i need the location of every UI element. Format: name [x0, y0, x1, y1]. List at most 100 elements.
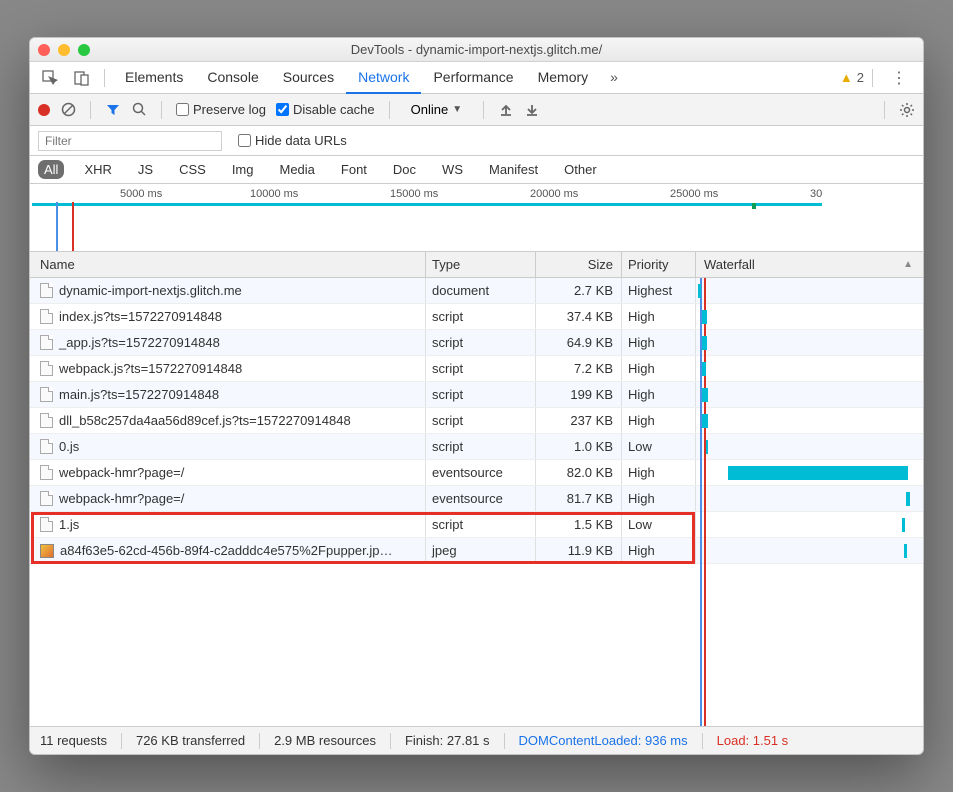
- request-name: a84f63e5-62cd-456b-89f4-c2adddc4e575%2Fp…: [60, 543, 392, 558]
- hide-data-urls-input[interactable]: [238, 134, 251, 147]
- request-priority: High: [622, 538, 696, 563]
- col-waterfall[interactable]: Waterfall ▲: [696, 252, 923, 277]
- hide-data-urls-checkbox[interactable]: Hide data URLs: [238, 133, 347, 148]
- request-type: script: [426, 434, 536, 459]
- request-size: 7.2 KB: [536, 356, 622, 381]
- type-ws[interactable]: WS: [436, 160, 469, 179]
- request-size: 82.0 KB: [536, 460, 622, 485]
- table-headers: Name Type Size Priority Waterfall ▲: [30, 252, 923, 278]
- disable-cache-input[interactable]: [276, 103, 289, 116]
- preserve-log-checkbox[interactable]: Preserve log: [176, 102, 266, 117]
- device-toolbar-icon[interactable]: [68, 64, 96, 92]
- request-priority: Low: [622, 512, 696, 537]
- filter-input[interactable]: [38, 131, 222, 151]
- disable-cache-checkbox[interactable]: Disable cache: [276, 102, 375, 117]
- type-all[interactable]: All: [38, 160, 64, 179]
- gear-icon[interactable]: [899, 102, 915, 118]
- waterfall-cell: [696, 356, 923, 381]
- status-domcontentloaded: DOMContentLoaded: 936 ms: [519, 733, 688, 748]
- request-priority: Highest: [622, 278, 696, 303]
- image-file-icon: [40, 544, 54, 558]
- separator: [872, 69, 873, 87]
- type-xhr[interactable]: XHR: [78, 160, 117, 179]
- settings-menu[interactable]: ⋮: [881, 68, 917, 88]
- request-type: script: [426, 330, 536, 355]
- col-name[interactable]: Name: [30, 252, 426, 277]
- status-transferred: 726 KB transferred: [136, 733, 245, 748]
- panel-tabs: Elements Console Sources Network Perform…: [113, 62, 628, 93]
- request-size: 2.7 KB: [536, 278, 622, 303]
- file-icon: [40, 335, 53, 350]
- search-icon[interactable]: [131, 102, 147, 118]
- request-type: script: [426, 512, 536, 537]
- chevron-down-icon: ▼: [452, 104, 462, 115]
- throttling-select[interactable]: Online ▼: [404, 99, 469, 120]
- record-button[interactable]: [38, 104, 50, 116]
- request-priority: High: [622, 356, 696, 381]
- tab-elements[interactable]: Elements: [113, 62, 195, 93]
- table-row[interactable]: webpack.js?ts=1572270914848script7.2 KBH…: [30, 356, 923, 382]
- table-row[interactable]: dll_b58c257da4aa56d89cef.js?ts=157227091…: [30, 408, 923, 434]
- type-doc[interactable]: Doc: [387, 160, 422, 179]
- type-js[interactable]: JS: [132, 160, 159, 179]
- warning-indicator[interactable]: ▲ 2: [840, 70, 864, 85]
- tab-sources[interactable]: Sources: [271, 62, 346, 93]
- separator: [90, 101, 91, 119]
- maximize-button[interactable]: [78, 44, 90, 56]
- request-priority: High: [622, 408, 696, 433]
- waterfall-cell: [696, 486, 923, 511]
- table-row[interactable]: 1.jsscript1.5 KBLow: [30, 512, 923, 538]
- tab-memory[interactable]: Memory: [526, 62, 601, 93]
- table-row[interactable]: webpack-hmr?page=/eventsource82.0 KBHigh: [30, 460, 923, 486]
- separator: [104, 69, 105, 87]
- timeline-overview[interactable]: 5000 ms 10000 ms 15000 ms 20000 ms 25000…: [30, 184, 923, 252]
- table-row[interactable]: index.js?ts=1572270914848script37.4 KBHi…: [30, 304, 923, 330]
- type-css[interactable]: CSS: [173, 160, 212, 179]
- filter-icon[interactable]: [105, 102, 121, 118]
- col-priority[interactable]: Priority: [622, 252, 696, 277]
- file-icon: [40, 491, 53, 506]
- separator: [884, 101, 885, 119]
- request-name: 0.js: [59, 439, 79, 454]
- type-font[interactable]: Font: [335, 160, 373, 179]
- request-type: script: [426, 356, 536, 381]
- file-icon: [40, 439, 53, 454]
- file-icon: [40, 361, 53, 376]
- request-priority: High: [622, 304, 696, 329]
- request-name: dynamic-import-nextjs.glitch.me: [59, 283, 242, 298]
- waterfall-cell: [696, 330, 923, 355]
- preserve-log-input[interactable]: [176, 103, 189, 116]
- type-img[interactable]: Img: [226, 160, 260, 179]
- separator: [483, 101, 484, 119]
- table-row[interactable]: dynamic-import-nextjs.glitch.medocument2…: [30, 278, 923, 304]
- filter-row: Hide data URLs: [30, 126, 923, 156]
- col-type[interactable]: Type: [426, 252, 536, 277]
- waterfall-cell: [696, 304, 923, 329]
- waterfall-cell: [696, 278, 923, 303]
- request-size: 11.9 KB: [536, 538, 622, 563]
- table-row[interactable]: _app.js?ts=1572270914848script64.9 KBHig…: [30, 330, 923, 356]
- upload-har-icon[interactable]: [498, 102, 514, 118]
- close-button[interactable]: [38, 44, 50, 56]
- download-har-icon[interactable]: [524, 102, 540, 118]
- tab-network[interactable]: Network: [346, 62, 421, 94]
- table-row[interactable]: 0.jsscript1.0 KBLow: [30, 434, 923, 460]
- table-row[interactable]: a84f63e5-62cd-456b-89f4-c2adddc4e575%2Fp…: [30, 538, 923, 564]
- tab-performance[interactable]: Performance: [421, 62, 525, 93]
- type-media[interactable]: Media: [273, 160, 320, 179]
- inspect-element-icon[interactable]: [36, 64, 64, 92]
- status-resources: 2.9 MB resources: [274, 733, 376, 748]
- col-size[interactable]: Size: [536, 252, 622, 277]
- table-row[interactable]: main.js?ts=1572270914848script199 KBHigh: [30, 382, 923, 408]
- tabs-overflow[interactable]: »: [600, 62, 628, 93]
- request-name: dll_b58c257da4aa56d89cef.js?ts=157227091…: [59, 413, 351, 428]
- status-requests: 11 requests: [40, 733, 107, 748]
- table-row[interactable]: webpack-hmr?page=/eventsource81.7 KBHigh: [30, 486, 923, 512]
- tab-console[interactable]: Console: [195, 62, 270, 93]
- request-type: script: [426, 408, 536, 433]
- minimize-button[interactable]: [58, 44, 70, 56]
- clear-icon[interactable]: [60, 102, 76, 118]
- type-filter-row: All XHR JS CSS Img Media Font Doc WS Man…: [30, 156, 923, 184]
- type-manifest[interactable]: Manifest: [483, 160, 544, 179]
- type-other[interactable]: Other: [558, 160, 603, 179]
